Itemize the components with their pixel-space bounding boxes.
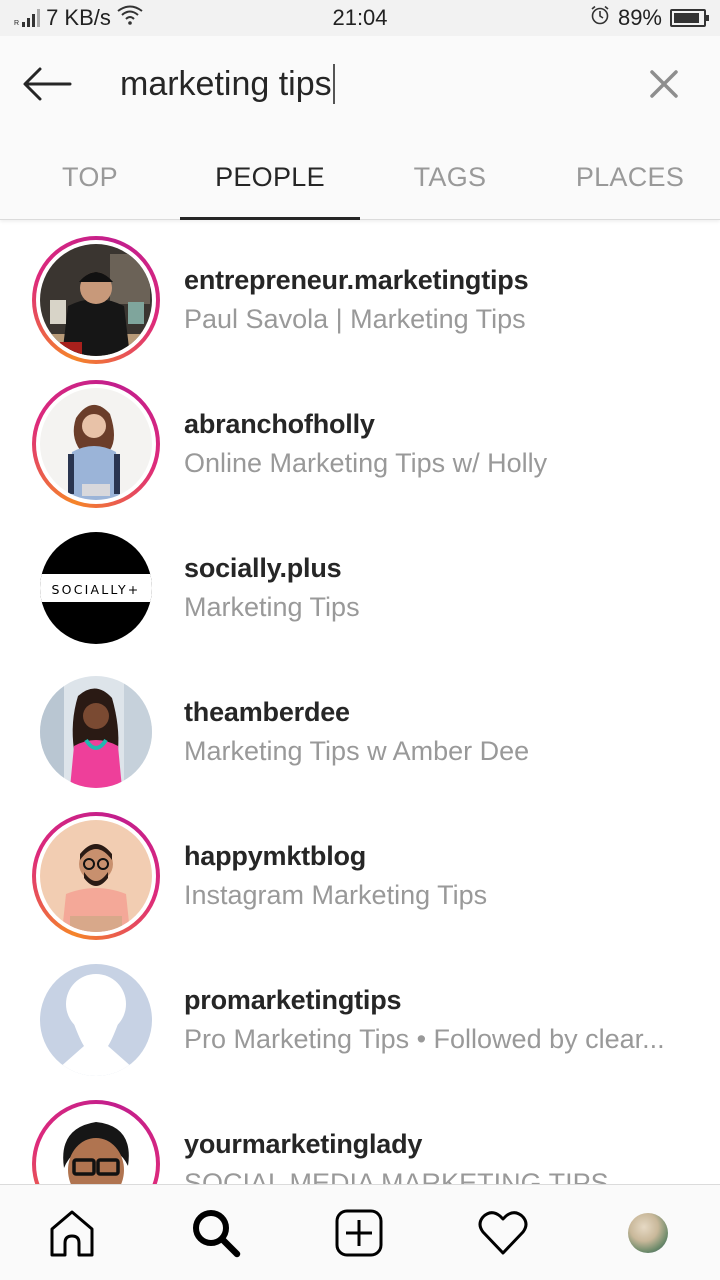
status-left: R 7 KB/s [14, 0, 143, 36]
avatar-container [32, 956, 160, 1084]
nav-profile[interactable] [620, 1205, 676, 1261]
list-item[interactable]: entrepreneur.marketingtips Paul Savola |… [0, 228, 720, 372]
heart-icon [478, 1211, 528, 1255]
network-speed: 7 KB/s [46, 5, 111, 30]
close-icon [650, 70, 678, 98]
list-item[interactable]: happymktblog Instagram Marketing Tips [0, 804, 720, 948]
alarm-icon [590, 5, 610, 31]
search-input[interactable]: marketing tips [120, 60, 620, 108]
result-text: happymktblog Instagram Marketing Tips [184, 841, 680, 911]
avatar [40, 1108, 152, 1184]
tab-people[interactable]: PEOPLE [180, 142, 360, 220]
battery-fill [674, 13, 699, 23]
search-query: marketing tips [120, 64, 332, 103]
plus-square-icon [335, 1209, 383, 1257]
tab-top[interactable]: TOP [0, 142, 180, 220]
username: happymktblog [184, 841, 367, 871]
full-name: Instagram Marketing Tips [184, 880, 488, 910]
story-ring [32, 812, 160, 940]
list-item[interactable]: theamberdee Marketing Tips w Amber Dee [0, 660, 720, 804]
list-item[interactable]: abranchofholly Online Marketing Tips w/ … [0, 372, 720, 516]
search-tabs: TOP PEOPLE TAGS PLACES [0, 142, 720, 220]
default-avatar [40, 964, 152, 1076]
avatar-container [32, 668, 160, 796]
full-name: Paul Savola | Marketing Tips [184, 304, 526, 334]
nav-search[interactable] [188, 1205, 244, 1261]
tab-places[interactable]: PLACES [540, 142, 720, 220]
avatar: SOCIALLY+ [40, 532, 152, 644]
clear-search-button[interactable] [644, 64, 684, 104]
list-item[interactable]: SOCIALLY+ socially.plus Marketing Tips [0, 516, 720, 660]
result-text: theamberdee Marketing Tips w Amber Dee [184, 697, 680, 767]
avatar [40, 820, 152, 932]
avatar [40, 388, 152, 500]
avatar [40, 676, 152, 788]
bottom-navigation [0, 1184, 720, 1280]
result-text: abranchofholly Online Marketing Tips w/ … [184, 409, 680, 479]
nav-activity[interactable] [475, 1205, 531, 1261]
nav-home[interactable] [44, 1205, 100, 1261]
full-name: Pro Marketing Tips • Followed by clear..… [184, 1024, 665, 1054]
battery-icon [670, 9, 709, 27]
full-name: SOCIAL MEDIA MARKETING TIPS [184, 1168, 609, 1184]
search-header: marketing tips TOP PEOPLE TAGS PLACES [0, 36, 720, 220]
search-icon [193, 1210, 241, 1258]
list-item[interactable]: promarketingtips Pro Marketing Tips • Fo… [0, 948, 720, 1092]
result-text: promarketingtips Pro Marketing Tips • Fo… [184, 985, 680, 1055]
username: promarketingtips [184, 985, 402, 1015]
result-text: yourmarketinglady SOCIAL MEDIA MARKETING… [184, 1129, 680, 1184]
result-text: entrepreneur.marketingtips Paul Savola |… [184, 265, 680, 335]
wifi-icon [117, 5, 143, 31]
people-results-list: entrepreneur.marketingtips Paul Savola |… [0, 221, 720, 1184]
story-ring [32, 380, 160, 508]
story-ring [32, 236, 160, 364]
list-item[interactable]: yourmarketinglady SOCIAL MEDIA MARKETING… [0, 1092, 720, 1184]
avatar-container: SOCIALLY+ [32, 524, 160, 652]
username: theamberdee [184, 697, 350, 727]
username: yourmarketinglady [184, 1129, 423, 1159]
avatar [40, 244, 152, 356]
username: abranchofholly [184, 409, 375, 439]
tab-tags[interactable]: TAGS [360, 142, 540, 220]
signal-icon: R [14, 9, 41, 27]
battery-percent: 89% [617, 5, 662, 30]
nav-new-post[interactable] [331, 1205, 387, 1261]
full-name: Online Marketing Tips w/ Holly [184, 448, 548, 478]
status-right: 89% [590, 0, 709, 36]
full-name: Marketing Tips w Amber Dee [184, 736, 530, 766]
text-cursor [332, 64, 335, 104]
username: socially.plus [184, 553, 342, 583]
profile-avatar [628, 1213, 668, 1253]
result-text: socially.plus Marketing Tips [184, 553, 680, 623]
story-ring [32, 1100, 160, 1184]
username: entrepreneur.marketingtips [184, 265, 529, 295]
home-icon [50, 1210, 94, 1257]
full-name: Marketing Tips [184, 592, 360, 622]
back-button[interactable] [20, 62, 74, 106]
arrow-left-icon [23, 67, 72, 101]
avatar-logo-text: SOCIALLY+ [52, 582, 141, 597]
status-bar: R 7 KB/s 21:04 89% [0, 0, 720, 36]
